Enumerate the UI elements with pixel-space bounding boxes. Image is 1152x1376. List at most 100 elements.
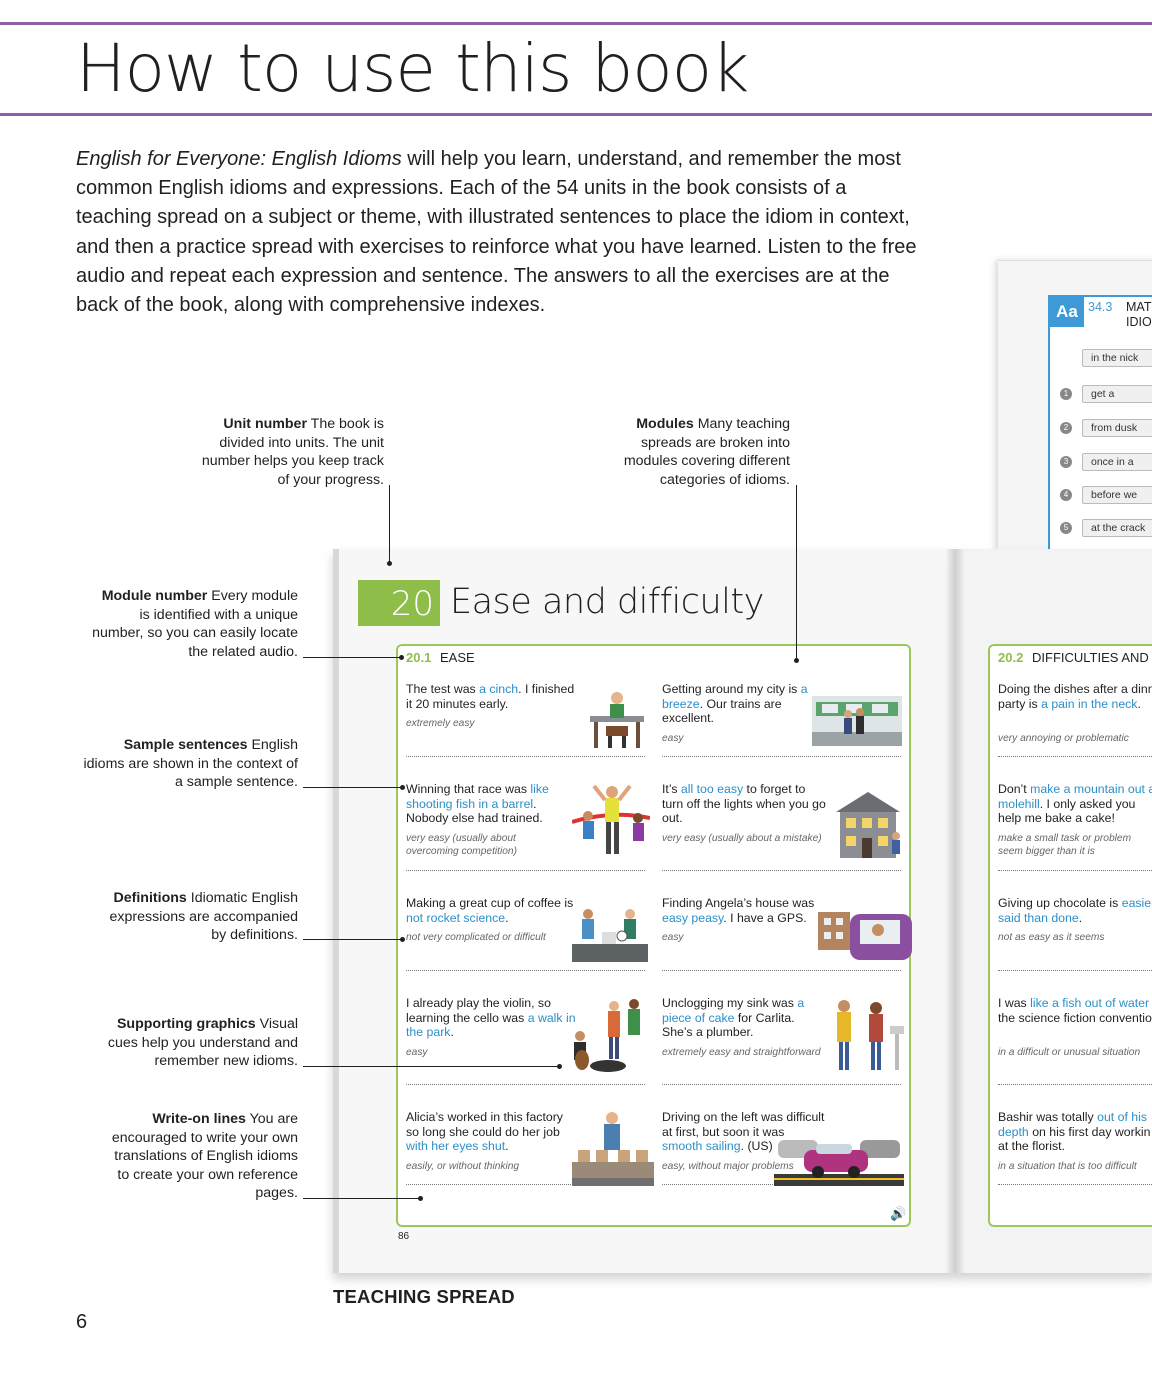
supporting-graphic <box>572 908 648 967</box>
leader-dot <box>557 1064 562 1069</box>
sentence-text: It’s <box>662 782 681 796</box>
callout-definitions: Definitions Idiomatic English expression… <box>92 889 298 945</box>
leader-dot <box>399 655 404 660</box>
definition: easily, or without thinking <box>406 1160 520 1172</box>
definition: not very complicated or difficult <box>406 932 546 944</box>
sentence-text: The test was <box>406 682 480 696</box>
callout-heading: Sample sentences <box>123 737 248 753</box>
sentence-text: . <box>505 1139 509 1154</box>
callout-heading: Definitions <box>113 890 187 906</box>
definition: very annoying or problematic <box>998 732 1129 744</box>
exercise-row: from dusk <box>1082 419 1152 437</box>
exercise-title-line2: IDIOMS TO <box>1126 315 1152 329</box>
callout-heading: Write-on lines <box>152 1111 246 1127</box>
sentence-text: the science fiction conventio <box>998 1010 1152 1025</box>
teaching-spread-caption: TEACHING SPREAD <box>333 1286 515 1307</box>
book-gutter <box>945 549 965 1273</box>
sentence-cell: Winning that race was like shooting fish… <box>406 782 651 896</box>
definition: in a situation that is too difficult <box>998 1160 1137 1172</box>
definition: easy <box>662 732 684 744</box>
sample-sentence: Getting around my city is a breeze. Our … <box>662 682 827 726</box>
exercise-row-number: 1 <box>1060 388 1072 400</box>
callout-heading: Supporting graphics <box>116 1016 256 1032</box>
sentence-cell: Alicia’s worked in this factory so long … <box>406 1110 654 1210</box>
module-name: EASE <box>440 650 475 665</box>
sentence-cell: Getting around my city is a breeze. Our … <box>662 682 907 782</box>
definition: not as easy as it seems <box>998 932 1105 944</box>
leader-dot <box>418 1196 423 1201</box>
write-on-line[interactable] <box>998 1184 1152 1185</box>
sentence-text: . (US) <box>740 1139 773 1154</box>
supporting-graphic <box>812 692 902 751</box>
sentence-cell: It’s all too easy to forget to turn off … <box>662 782 907 896</box>
sample-sentence: Unclogging my sink was a piece of cake f… <box>662 996 827 1040</box>
callout-supporting-graphics: Supporting graphics Visual cues help you… <box>92 1015 298 1071</box>
leader-dot <box>400 785 405 790</box>
write-on-line[interactable] <box>662 870 901 871</box>
write-on-line[interactable] <box>998 870 1152 871</box>
sentence-text: . <box>450 1025 454 1040</box>
leader-dot <box>794 658 799 663</box>
unit-number: 20 <box>358 580 440 626</box>
sentence-text: . <box>505 910 509 925</box>
exercise-badge: Aa <box>1050 297 1084 327</box>
sentence-text: . <box>1137 696 1141 711</box>
sentence-cell: I already play the violin, so learning t… <box>406 996 651 1110</box>
write-on-line[interactable] <box>406 970 645 971</box>
sample-sentence: Winning that race was like shooting fish… <box>406 782 576 826</box>
module-panel-difficulties: 20.2 DIFFICULTIES AND PR Doing the dishe… <box>988 644 1152 1227</box>
exercise-row: at the crack <box>1082 519 1152 537</box>
exercise-number: 34.3 <box>1088 300 1113 314</box>
write-on-line[interactable] <box>998 970 1152 971</box>
module-number: 20.1 <box>406 650 432 665</box>
sentence-text: Making a great cup of coffee is <box>406 896 574 910</box>
definition: extremely easy and straightforward <box>662 1046 821 1058</box>
callout-sample-sentences: Sample sentences English idioms are show… <box>82 736 298 792</box>
write-on-line[interactable] <box>998 1084 1152 1085</box>
exercise-row-number: 2 <box>1060 422 1072 434</box>
sample-sentence: I was like a fish out of water the scien… <box>998 996 1152 1025</box>
sample-sentence: Bashir was totally out of his depth on h… <box>998 1110 1152 1154</box>
sentence-text: Alicia’s worked in this factory so long … <box>406 1110 563 1139</box>
definition: very easy (usually about overcoming comp… <box>406 832 517 857</box>
write-on-line[interactable] <box>662 970 901 971</box>
sentence-text: Unclogging my sink was <box>662 996 798 1010</box>
supporting-graphic <box>832 790 904 867</box>
exercise-row-number: 5 <box>1060 522 1072 534</box>
idiom-highlight: like a fish out of water <box>1030 996 1150 1010</box>
module-name: DIFFICULTIES AND PR <box>1032 650 1152 665</box>
write-on-line[interactable] <box>406 756 645 757</box>
leader-line <box>303 787 403 788</box>
leader-dot <box>387 561 392 566</box>
definition: extremely easy <box>406 718 475 730</box>
supporting-graphic <box>774 1126 904 1191</box>
practice-page: Aa 34.3 MATCIDIOMS TO in the nick 1 get … <box>998 260 1152 555</box>
write-on-line[interactable] <box>662 1084 901 1085</box>
supporting-graphic <box>564 996 650 1081</box>
leader-line <box>303 1198 421 1199</box>
sentence-text: I was <box>998 996 1031 1010</box>
intro-text: will help you learn, understand, and rem… <box>76 148 917 317</box>
write-on-line[interactable] <box>662 756 901 757</box>
supporting-graphic <box>816 904 912 965</box>
intro-paragraph: English for Everyone: English Idioms wil… <box>76 145 926 320</box>
sample-sentence: The test was a cinch. I finished it 20 m… <box>406 682 576 711</box>
write-on-line[interactable] <box>998 756 1152 757</box>
exercise-row: get a <box>1082 385 1152 403</box>
sentence-cell: Bashir was totally out of his depth on h… <box>998 1110 1152 1210</box>
exercise-panel: Aa 34.3 MATCIDIOMS TO in the nick 1 get … <box>1048 295 1152 555</box>
sentence-cell: Making a great cup of coffee is not rock… <box>406 896 651 996</box>
sentence-cell: Doing the dishes after a dinn party is a… <box>998 682 1152 782</box>
audio-speaker-icon: 🔊 <box>890 1206 907 1221</box>
supporting-graphic <box>586 690 648 755</box>
definition: easy <box>662 932 684 944</box>
idiom-highlight: not rocket science <box>406 910 506 925</box>
sample-sentence: Making a great cup of coffee is not rock… <box>406 896 576 925</box>
unit-title: Ease and difficulty <box>450 582 764 622</box>
write-on-line[interactable] <box>406 1084 645 1085</box>
sample-sentence: Giving up chocolate is easier said than … <box>998 896 1152 925</box>
leader-line <box>303 657 402 658</box>
book-page-number: 86 <box>398 1231 410 1242</box>
supporting-graphic <box>572 1110 654 1193</box>
leader-line <box>303 939 403 940</box>
